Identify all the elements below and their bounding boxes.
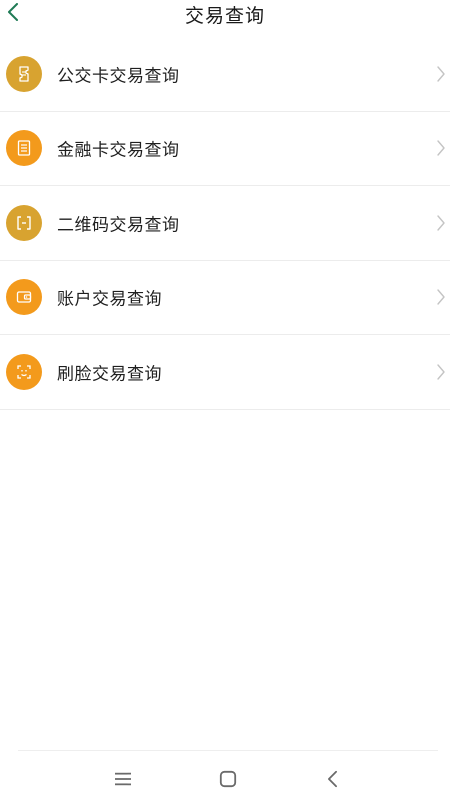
system-navigation-bar: [0, 750, 450, 800]
menu-button[interactable]: [111, 768, 135, 790]
system-back-button[interactable]: [320, 768, 344, 790]
menu-item-bus-card[interactable]: 公交卡交易查询: [0, 37, 450, 112]
menu-item-account[interactable]: 账户交易查询: [0, 261, 450, 335]
chevron-right-icon: [437, 364, 445, 380]
menu-item-label: 账户交易查询: [57, 289, 162, 310]
chevron-right-icon: [437, 140, 445, 156]
menu-item-label: 金融卡交易查询: [57, 140, 180, 161]
menu-item-label: 公交卡交易查询: [57, 66, 180, 87]
back-icon: [327, 770, 337, 788]
qr-code-icon: [6, 204, 42, 241]
menu-item-label: 刷脸交易查询: [57, 364, 162, 385]
menu-item-face-scan[interactable]: 刷脸交易查询: [0, 335, 450, 410]
transaction-query-screen: 交易查询 公交卡交易查询 金融卡交易查询 二维码交易查询 账户交易查询 刷脸交易…: [0, 0, 450, 800]
chevron-right-icon: [437, 66, 445, 82]
finance-card-icon: [6, 130, 42, 167]
menu-icon: [115, 772, 131, 786]
chevron-right-icon: [437, 289, 445, 305]
wallet-icon: [6, 279, 42, 316]
menu-item-finance-card[interactable]: 金融卡交易查询: [0, 112, 450, 186]
query-menu-list: 公交卡交易查询 金融卡交易查询 二维码交易查询 账户交易查询 刷脸交易查询: [0, 37, 450, 410]
chevron-right-icon: [437, 215, 445, 231]
face-scan-icon: [6, 353, 42, 390]
menu-item-label: 二维码交易查询: [57, 215, 180, 236]
bus-card-icon: [6, 55, 42, 92]
page-title: 交易查询: [184, 5, 265, 27]
home-button[interactable]: [216, 768, 240, 790]
navbar-divider: [18, 750, 438, 751]
menu-item-qr-code[interactable]: 二维码交易查询: [0, 186, 450, 261]
header: 交易查询: [0, 0, 450, 30]
home-icon: [219, 770, 237, 788]
